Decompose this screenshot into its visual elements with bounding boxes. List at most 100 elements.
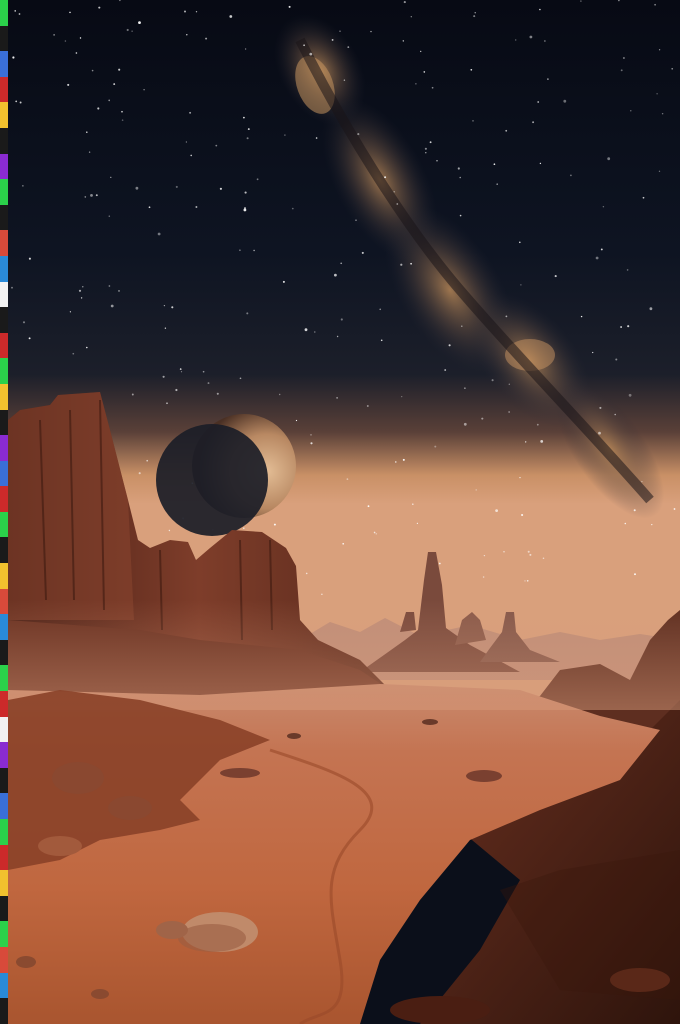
star [412,503,414,506]
star [86,131,88,133]
star [420,50,422,53]
star [401,395,403,398]
star [78,289,82,292]
star [525,441,527,443]
star [580,315,583,318]
star [22,321,26,324]
star [673,508,676,510]
star [247,128,250,131]
star [592,351,594,354]
star [273,523,276,526]
star [464,387,466,389]
star [529,35,533,39]
star [309,52,313,56]
star [321,593,323,595]
star [402,40,404,42]
star [310,434,312,436]
star [162,375,165,378]
star [219,187,222,190]
star [367,505,370,508]
edge-strip-segment [0,665,8,692]
edge-strip-segment [0,25,8,52]
star [53,34,55,36]
edge-strip-segment [0,691,8,717]
star [630,110,632,112]
star [519,476,521,479]
star [415,83,417,85]
star [626,269,629,271]
star [393,191,395,193]
star [633,509,636,512]
star [620,326,623,328]
star [166,402,168,405]
star [64,40,67,42]
star [216,392,219,395]
star [291,207,294,210]
star [202,370,205,373]
star [429,141,432,144]
star [563,99,567,103]
star [205,37,208,40]
star [473,15,476,18]
star [496,183,498,185]
star [295,419,298,422]
star [431,86,434,89]
star [634,573,636,576]
star [355,219,357,221]
star [108,285,111,287]
star [239,377,242,380]
star [215,144,218,147]
edge-strip-segment [0,998,8,1024]
star [410,262,412,265]
star [22,185,24,187]
star [554,275,557,278]
edge-strip-segment [0,460,8,487]
star [540,440,544,443]
star [602,205,605,208]
star [11,286,13,289]
star [108,99,111,102]
star [410,16,412,18]
edge-strip-segment [0,793,8,819]
star [243,207,247,210]
star [402,458,405,461]
star [80,297,83,299]
edge-strip-segment [0,844,8,871]
star [284,134,286,136]
star [508,411,510,413]
star [282,280,285,283]
star [138,21,141,24]
star [253,249,255,252]
star [110,176,112,178]
star [229,15,233,18]
star [532,121,535,124]
star [314,331,316,333]
star [243,527,245,529]
star [614,413,617,416]
star [131,30,133,32]
star [168,529,171,532]
star [539,162,542,165]
star [444,369,447,371]
landscape-scene [0,0,680,1024]
star [146,459,149,462]
star [118,68,121,71]
star [190,154,193,157]
star [110,304,114,308]
star [599,406,602,409]
edge-strip-segment [0,946,8,973]
star [207,382,210,385]
star [514,39,517,41]
star [131,393,134,396]
star [459,176,461,179]
star [380,339,383,342]
star [239,249,241,252]
star [82,286,84,288]
star [434,445,437,448]
edge-strip-segment [0,511,8,538]
edge-strip-segment [0,332,8,359]
edge-strip-segment [0,819,8,845]
star [72,352,75,355]
star [607,157,611,161]
star [244,48,247,50]
